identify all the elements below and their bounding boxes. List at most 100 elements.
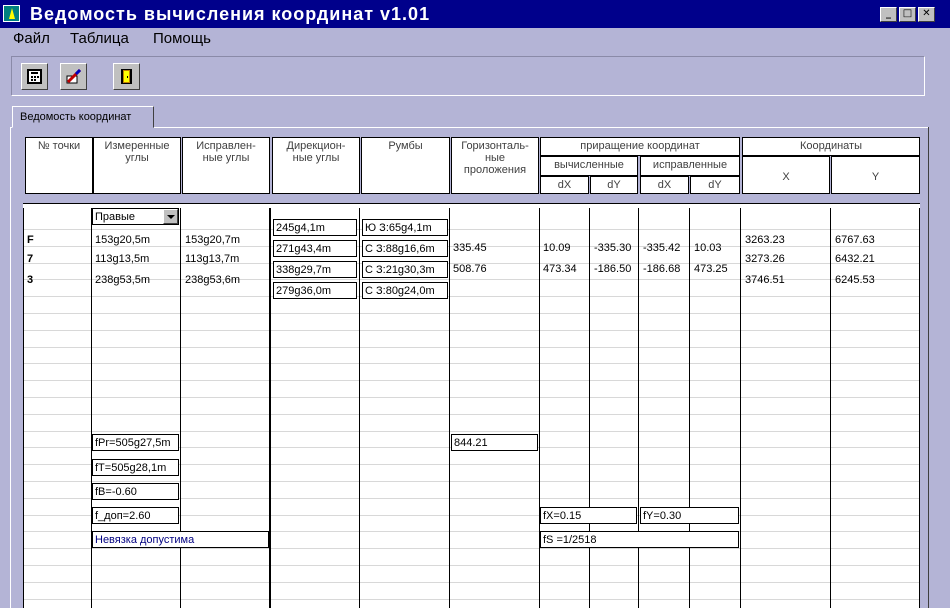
menu-help[interactable]: Помощь [153, 30, 211, 47]
grid-line [741, 347, 830, 348]
grid-line [360, 313, 449, 314]
grid-line [271, 464, 359, 465]
fpr-cell: fPr=505g27,5m [92, 434, 179, 451]
grid-line [590, 582, 638, 583]
grid-line [590, 229, 638, 230]
window-title: Ведомость вычисления координат v1.01 [30, 4, 431, 24]
grid-line [741, 380, 830, 381]
grid-line [590, 565, 638, 566]
menu-file[interactable]: Файл [13, 30, 50, 47]
corrected-angle: 238g53,6m [185, 274, 241, 286]
fy-cell: fY=0.30 [640, 507, 739, 524]
grid-line [271, 599, 359, 600]
grid-line [831, 414, 919, 415]
angle-type-select[interactable]: Правые [92, 208, 179, 225]
grid-line [831, 229, 919, 230]
grid-line [639, 599, 689, 600]
grid-line [741, 246, 830, 247]
grid-line [639, 565, 689, 566]
grid-line [181, 565, 269, 566]
grid-line [590, 397, 638, 398]
grid-line [690, 380, 740, 381]
measured-angle[interactable]: 113g13,5m [95, 253, 149, 265]
grid-line [639, 363, 689, 364]
grid-line [741, 481, 830, 482]
grid-line [450, 464, 539, 465]
grid-line [540, 548, 589, 549]
grid-line [271, 363, 359, 364]
grid-line [639, 447, 689, 448]
grid-line [831, 330, 919, 331]
grid-line [24, 464, 91, 465]
horizontal-distance[interactable]: 335.45 [453, 242, 487, 254]
grid-line [540, 397, 589, 398]
grid-line [540, 464, 589, 465]
header-computed: вычисленные [540, 156, 638, 176]
bearing-cell: Ю З:65g4,1m [362, 219, 448, 236]
grid-line [181, 330, 269, 331]
coord-y: 6245.53 [835, 274, 875, 286]
title-bar[interactable]: Ведомость вычисления координат v1.01 _ □… [0, 0, 950, 28]
grid-line [271, 347, 359, 348]
pen-icon [66, 68, 82, 84]
grid-line [450, 548, 539, 549]
toolbar [11, 56, 925, 96]
header-x: X [742, 156, 830, 194]
grid-line [181, 347, 269, 348]
grid-line [690, 498, 740, 499]
grid-line [271, 313, 359, 314]
grid-line [181, 229, 269, 230]
grid-line [360, 431, 449, 432]
grid-line [271, 565, 359, 566]
grid-line [450, 229, 539, 230]
maximize-button[interactable]: □ [899, 7, 916, 22]
grid-line [831, 565, 919, 566]
grid-line [540, 565, 589, 566]
grid-line [639, 548, 689, 549]
dy-computed: -335.30 [594, 242, 632, 254]
grid-line [92, 229, 180, 230]
grid-line [690, 481, 740, 482]
calculate-button[interactable] [21, 63, 48, 90]
grid-line [590, 363, 638, 364]
measured-angle[interactable]: 153g20,5m [95, 234, 150, 246]
measured-angle[interactable]: 238g53,5m [95, 274, 150, 286]
close-button[interactable]: ✕ [918, 7, 935, 22]
grid-line [540, 279, 589, 280]
grid-line [831, 447, 919, 448]
header-dx-computed: dX [540, 176, 589, 194]
app-icon[interactable] [3, 5, 20, 22]
header-measured-angles: Измеренные углы [93, 137, 181, 194]
tab-coordinates[interactable]: Ведомость координат [12, 106, 154, 128]
exit-button[interactable] [113, 63, 140, 90]
grid-line [540, 447, 589, 448]
grid-line [360, 582, 449, 583]
grid-line [24, 229, 91, 230]
grid-line [831, 548, 919, 549]
grid-line [690, 414, 740, 415]
grid-line [639, 481, 689, 482]
grid-line [741, 464, 830, 465]
grid-line [540, 582, 589, 583]
edit-button[interactable] [60, 63, 87, 90]
chevron-down-icon[interactable] [163, 209, 178, 224]
coord-x: 3263.23 [745, 234, 785, 246]
header-y: Y [831, 156, 920, 194]
grid-line [590, 414, 638, 415]
grid-line [360, 464, 449, 465]
header-bearings: Румбы [361, 137, 450, 194]
grid-line [181, 414, 269, 415]
grid-line [540, 431, 589, 432]
grid-line [24, 263, 91, 264]
horizontal-distance[interactable]: 508.76 [453, 263, 487, 275]
grid-line [831, 380, 919, 381]
minimize-button[interactable]: _ [880, 7, 897, 22]
menu-table[interactable]: Таблица [70, 30, 129, 47]
grid-line [540, 414, 589, 415]
grid-line [271, 330, 359, 331]
grid-line [639, 414, 689, 415]
grid-line [450, 296, 539, 297]
grid-line [639, 313, 689, 314]
grid-line [92, 313, 180, 314]
grid-line [271, 498, 359, 499]
